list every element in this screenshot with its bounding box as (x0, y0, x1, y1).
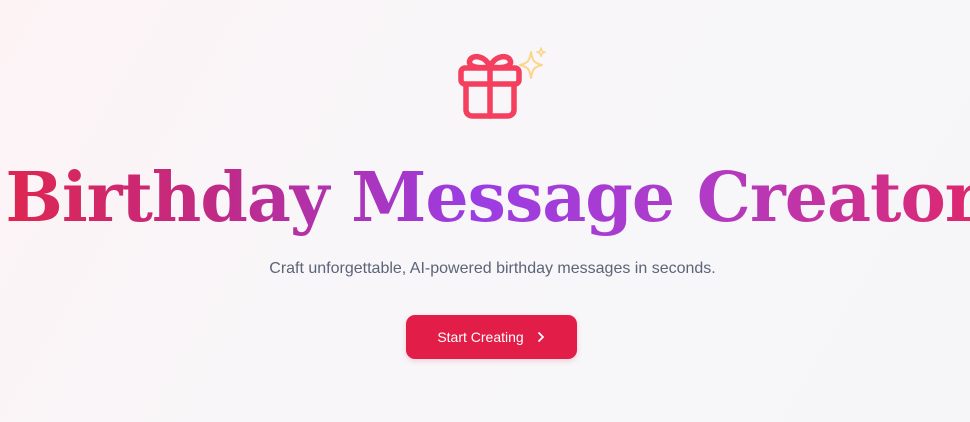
start-creating-label: Start Creating (437, 329, 524, 345)
hero-section: Birthday Message Creator Craft unforgett… (0, 0, 970, 422)
gift-logo (456, 46, 552, 124)
page-subtitle: Craft unforgettable, AI-powered birthday… (269, 260, 716, 277)
page-title: Birthday Message Creator (0, 158, 970, 238)
sparkle-icon (519, 47, 546, 79)
chevron-right-icon (536, 331, 546, 343)
start-creating-button[interactable]: Start Creating (406, 315, 577, 359)
gift-icon (458, 47, 546, 119)
